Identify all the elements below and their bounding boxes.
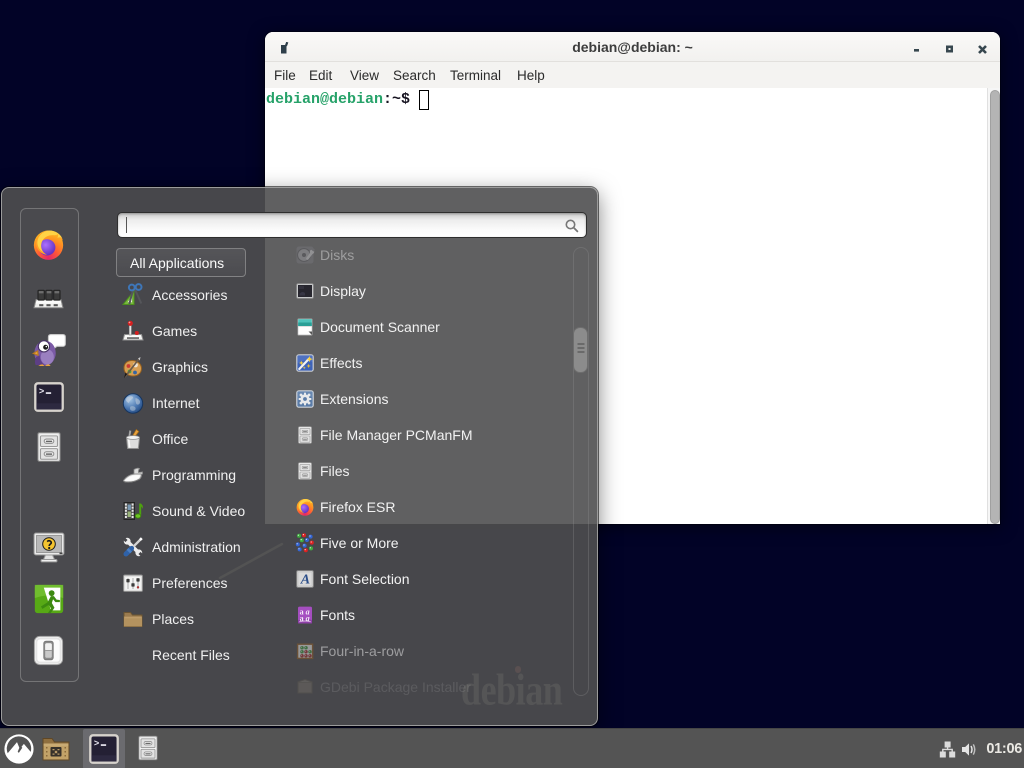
- svg-text:>: >: [94, 738, 99, 749]
- svg-text:a: a: [300, 614, 304, 623]
- svg-text:a: a: [306, 614, 310, 623]
- svg-text:A: A: [300, 573, 310, 588]
- svg-text:>: >: [38, 386, 43, 397]
